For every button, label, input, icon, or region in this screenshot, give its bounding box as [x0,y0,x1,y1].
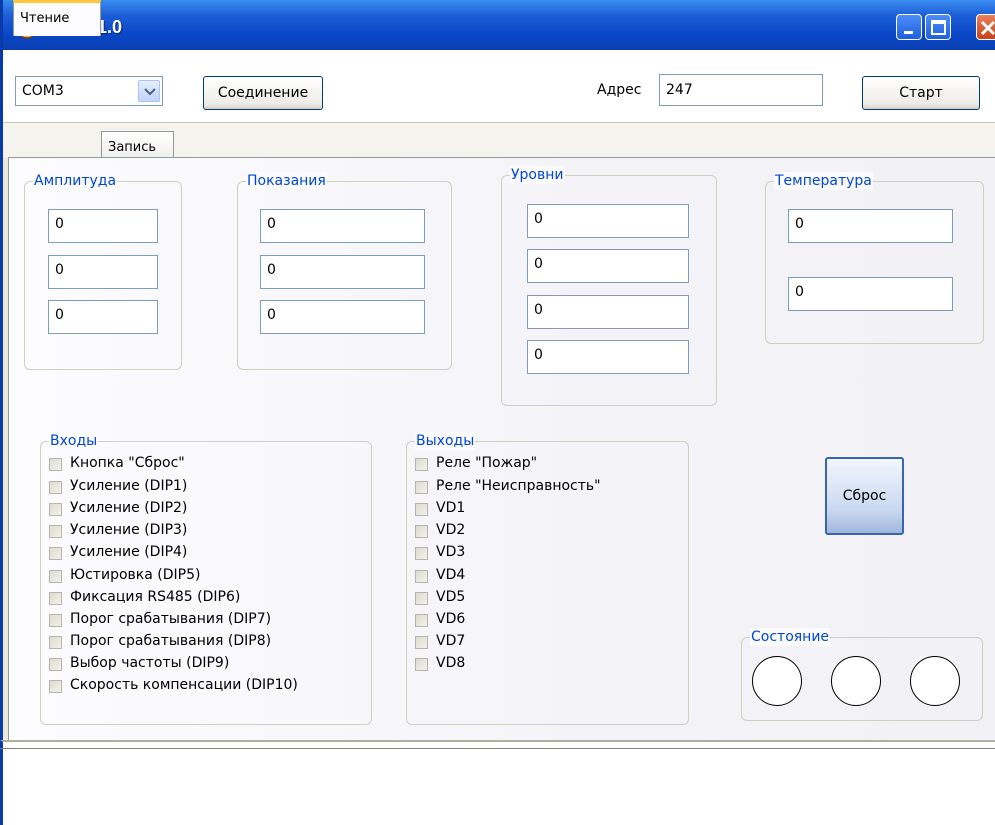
splitter[interactable] [0,748,995,749]
checkbox[interactable] [415,570,428,583]
levels-field-4[interactable]: 0 [527,340,689,374]
checkbox[interactable] [415,658,428,671]
levels-field-1[interactable]: 0 [527,204,689,238]
checkbox[interactable] [49,614,62,627]
maximize-button[interactable] [925,14,951,40]
chevron-down-icon [144,88,156,96]
state-indicator-1 [752,656,802,706]
tab-read[interactable]: Чтение [13,0,101,36]
start-button[interactable]: Старт [862,76,980,110]
temperature-title: Температура [774,172,873,190]
checkbox[interactable] [415,636,428,649]
checkbox[interactable] [49,658,62,671]
address-label: Адрес [597,82,642,98]
checkbox[interactable] [49,547,62,560]
inputs-title: Входы [49,432,99,450]
levels-field-3[interactable]: 0 [527,295,689,329]
checkbox[interactable] [49,481,62,494]
title-bar[interactable]: MBT v1.0 [3,0,995,50]
address-input[interactable]: 247 [659,74,823,106]
checkbox[interactable] [415,592,428,605]
readings-field-3[interactable]: 0 [260,300,425,334]
checkbox[interactable] [415,458,428,471]
amplitude-title: Амплитуда [33,172,118,190]
readings-field-1[interactable]: 0 [260,209,425,243]
inputs-group: Входы Кнопка "Сброс" Усиление (DIP1) Уси… [40,432,372,725]
outputs-title: Выходы [415,432,476,450]
temperature-field-1[interactable]: 0 [788,209,953,243]
port-select[interactable]: COM3 [15,76,163,106]
minimize-button[interactable] [896,14,922,40]
dropdown-button[interactable] [138,80,160,102]
connect-button[interactable]: Соединение [203,76,323,110]
temperature-field-2[interactable]: 0 [788,277,953,311]
checkbox[interactable] [415,614,428,627]
reset-button[interactable]: Сброс [825,457,904,535]
outputs-group: Выходы Реле "Пожар" Реле "Неисправность"… [406,432,689,725]
state-title: Состояние [750,628,831,646]
amplitude-field-1[interactable]: 0 [48,209,158,243]
checkbox[interactable] [49,458,62,471]
amplitude-field-3[interactable]: 0 [48,300,158,334]
checkbox[interactable] [49,570,62,583]
checkbox[interactable] [49,525,62,538]
log-pane[interactable] [0,740,995,825]
minimize-icon [904,31,913,34]
readings-field-2[interactable]: 0 [260,255,425,289]
checkbox[interactable] [415,481,428,494]
maximize-icon [931,20,946,35]
readings-title: Показания [246,172,327,190]
temperature-group: Температура [765,172,984,344]
close-button[interactable] [976,14,995,40]
checkbox[interactable] [49,592,62,605]
levels-field-2[interactable]: 0 [527,249,689,283]
checkbox[interactable] [49,503,62,516]
checkbox[interactable] [49,636,62,649]
checkbox[interactable] [49,680,62,693]
state-indicator-2 [831,656,881,706]
state-indicator-3 [910,656,960,706]
levels-title: Уровни [510,166,565,184]
port-select-value: COM3 [22,83,64,99]
checkbox[interactable] [415,525,428,538]
amplitude-field-2[interactable]: 0 [48,255,158,289]
checkbox[interactable] [415,547,428,560]
close-icon [980,20,995,36]
checkbox[interactable] [415,503,428,516]
